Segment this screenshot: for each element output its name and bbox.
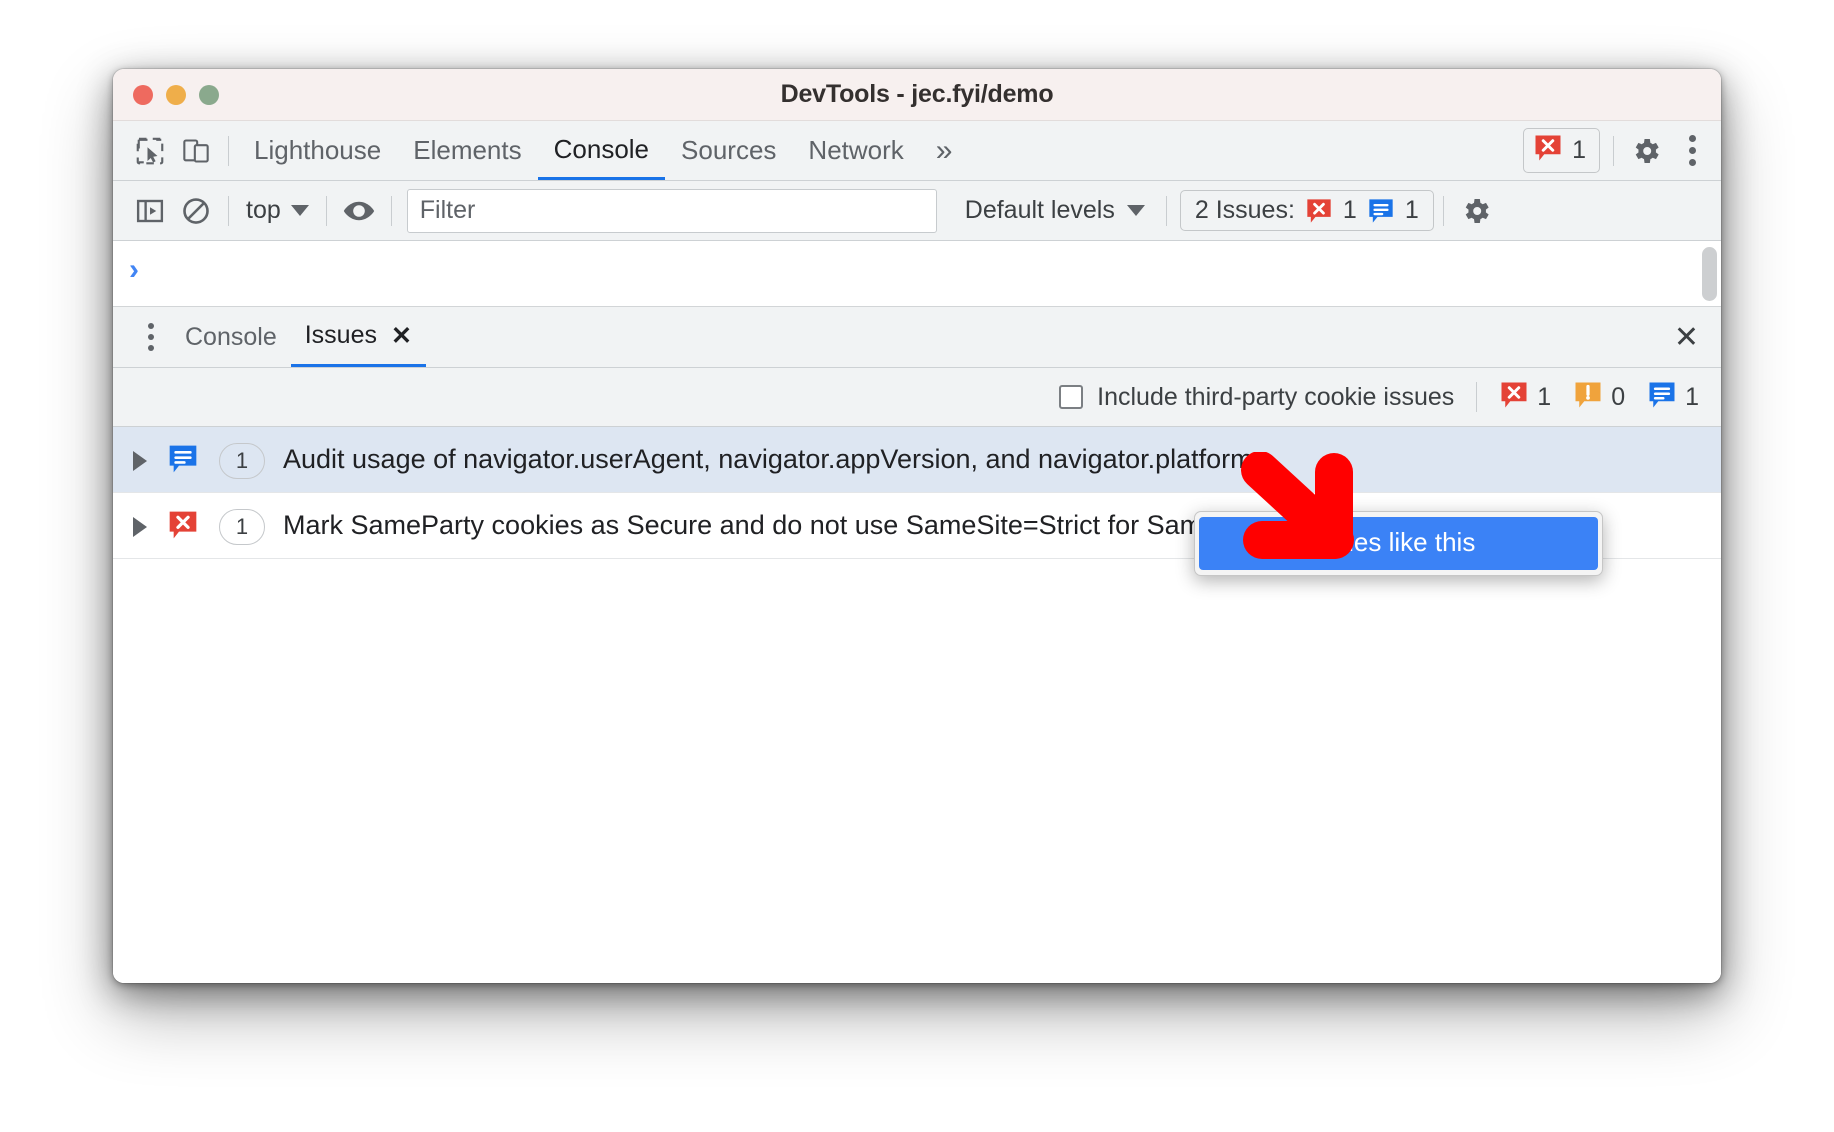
kebab-dot-2 — [148, 334, 154, 340]
drawer-tab-issues[interactable]: Issues ✕ — [290, 307, 426, 367]
issue-count-error: 1 — [1499, 380, 1551, 415]
console-prompt-icon: › — [129, 253, 139, 286]
expand-arrow-icon[interactable] — [133, 451, 147, 471]
drawer-tab-bar: Console Issues ✕ ✕ — [113, 307, 1721, 368]
issue-counts: 1 0 1 — [1499, 380, 1699, 415]
main-tab-bar: Lighthouse Elements Console Sources Netw… — [113, 121, 1721, 181]
warning-issue-icon — [1573, 380, 1603, 415]
issues-summary-button[interactable]: 2 Issues: 1 1 — [1179, 189, 1434, 232]
chevron-down-icon — [1126, 205, 1145, 216]
screenshot-root: DevTools - jec.fyi/demo Lighthouse Eleme… — [0, 0, 1834, 1132]
more-tabs-icon[interactable]: » — [920, 121, 969, 180]
info-issue-icon — [1647, 380, 1677, 415]
console-sidebar-icon[interactable] — [127, 188, 173, 234]
issue-title: Audit usage of navigator.userAgent, navi… — [283, 444, 1253, 474]
issue-occurrence-count: 1 — [219, 443, 265, 479]
device-toolbar-icon[interactable] — [173, 128, 219, 174]
console-scrollbar[interactable] — [1702, 247, 1717, 301]
issue-row[interactable]: 1 Audit usage of navigator.userAgent, na… — [113, 427, 1721, 493]
toolbar-divider — [228, 135, 229, 166]
close-drawer-icon[interactable]: ✕ — [1674, 320, 1699, 355]
console-toolbar: top Default levels 2 Issues: — [113, 181, 1721, 241]
log-levels-selector[interactable]: Default levels — [953, 196, 1157, 225]
error-issue-icon — [1305, 196, 1333, 225]
log-levels-label: Default levels — [964, 196, 1115, 224]
console-divider-4 — [1165, 195, 1167, 226]
close-icon[interactable]: ✕ — [391, 321, 412, 351]
title-bar: DevTools - jec.fyi/demo — [113, 69, 1721, 121]
console-divider-5 — [1442, 195, 1444, 226]
tab-network[interactable]: Network — [792, 121, 919, 180]
tab-elements[interactable]: Elements — [397, 121, 537, 180]
warning-count-value: 0 — [1611, 382, 1626, 411]
third-party-cookie-label: Include third-party cookie issues — [1097, 382, 1455, 411]
toolbar-divider-2 — [1613, 135, 1614, 166]
chevron-down-icon — [290, 205, 309, 216]
issues-toolbar: Include third-party cookie issues 1 0 1 — [113, 368, 1721, 427]
issue-count-info: 1 — [1647, 380, 1699, 415]
clear-console-icon[interactable] — [173, 188, 219, 234]
drawer-kebab-menu-icon[interactable] — [131, 323, 171, 351]
execution-context-selector[interactable]: top — [238, 196, 317, 225]
drawer: Console Issues ✕ ✕ Include third-party c… — [113, 307, 1721, 983]
window-title: DevTools - jec.fyi/demo — [780, 80, 1054, 108]
error-count-badge[interactable]: 1 — [1523, 128, 1600, 173]
info-count-value: 1 — [1685, 382, 1699, 411]
issues-summary-label: 2 Issues: — [1194, 195, 1295, 224]
kebab-menu-icon[interactable] — [1669, 128, 1715, 174]
console-divider-3 — [390, 195, 392, 226]
tab-console[interactable]: Console — [537, 121, 666, 180]
issue-occurrence-count: 1 — [219, 509, 265, 545]
issues-error-count: 1 — [1342, 195, 1357, 224]
gear-icon[interactable] — [1453, 188, 1499, 234]
error-count-value: 1 — [1537, 382, 1552, 411]
third-party-cookie-checkbox[interactable] — [1059, 385, 1084, 409]
console-divider-1 — [228, 195, 229, 226]
info-issue-icon — [1367, 196, 1395, 225]
console-divider-2 — [325, 195, 327, 226]
third-party-cookie-checkbox-group[interactable]: Include third-party cookie issues — [1059, 383, 1454, 412]
red-arrow-pointer — [1238, 451, 1368, 572]
tab-sources[interactable]: Sources — [665, 121, 792, 180]
issues-info-count: 1 — [1404, 195, 1419, 224]
drawer-tab-console-label: Console — [185, 322, 277, 351]
error-issue-icon — [1499, 380, 1529, 415]
issues-toolbar-divider — [1476, 382, 1478, 412]
drawer-tab-console[interactable]: Console — [171, 307, 291, 367]
error-issue-icon — [167, 509, 199, 546]
drawer-tab-issues-label: Issues — [304, 321, 377, 349]
expand-arrow-icon[interactable] — [133, 517, 147, 537]
console-output-pane[interactable]: › — [113, 241, 1721, 307]
kebab-dot-1 — [1688, 135, 1696, 142]
live-expression-icon[interactable] — [336, 188, 382, 234]
kebab-dot-3 — [148, 345, 154, 351]
error-issue-icon — [1533, 133, 1563, 168]
inspect-element-icon[interactable] — [127, 128, 173, 174]
execution-context-label: top — [246, 196, 281, 224]
kebab-dot-1 — [148, 323, 154, 329]
gear-icon[interactable] — [1623, 128, 1669, 174]
info-issue-icon — [167, 443, 199, 480]
filter-input[interactable] — [406, 188, 937, 233]
kebab-dot-3 — [1688, 159, 1696, 166]
error-count-value: 1 — [1572, 136, 1586, 164]
tab-lighthouse[interactable]: Lighthouse — [238, 121, 397, 180]
issue-count-warning: 0 — [1573, 380, 1625, 415]
kebab-dot-2 — [1688, 147, 1696, 154]
